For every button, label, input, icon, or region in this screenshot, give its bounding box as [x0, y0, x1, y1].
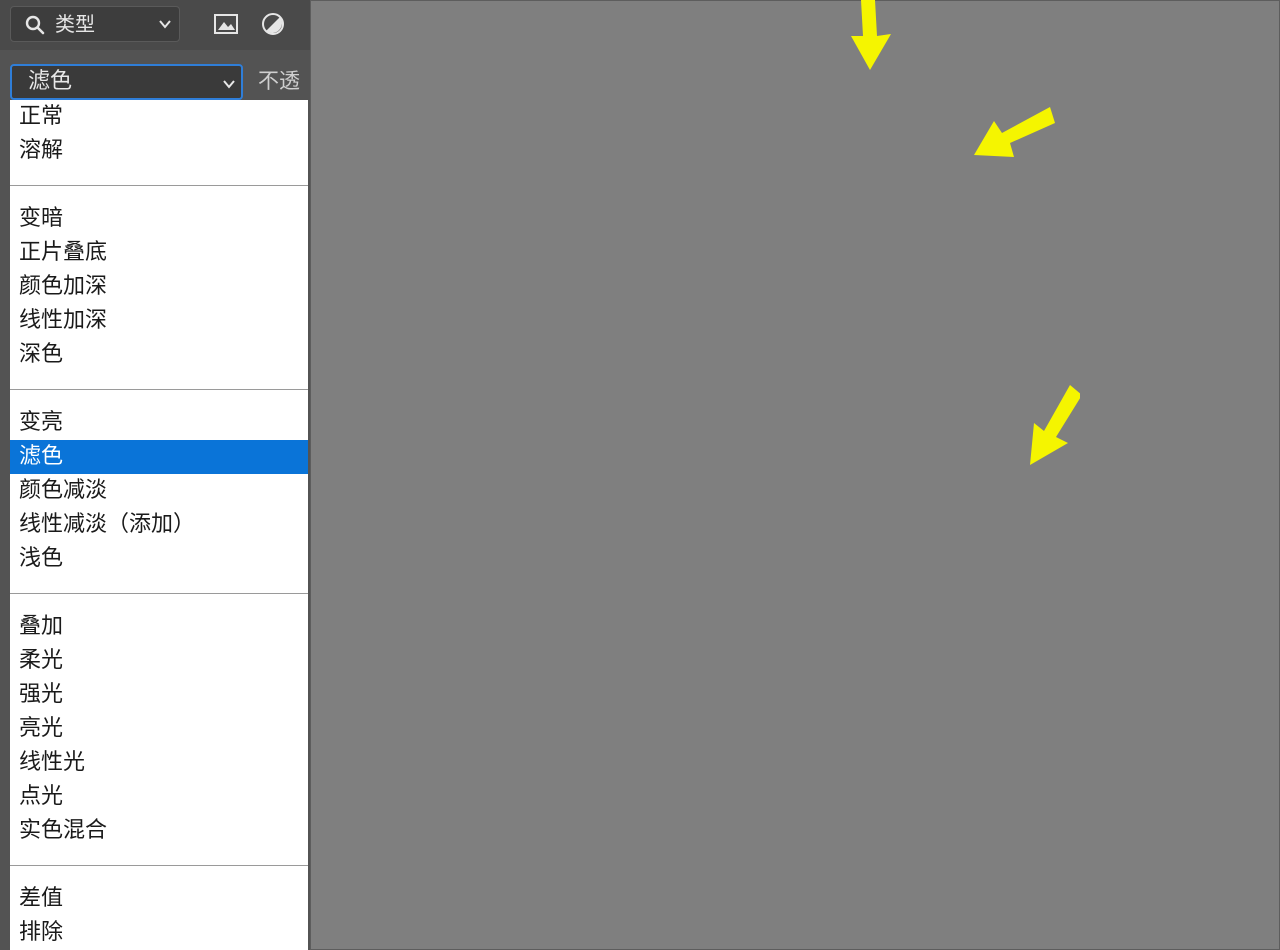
menu-item-soft-light[interactable]: 柔光 — [10, 644, 308, 678]
photo-placeholder — [310, 0, 1280, 950]
menu-item-difference[interactable]: 差值 — [10, 882, 308, 916]
menu-item-lighter-color[interactable]: 浅色 — [10, 542, 308, 576]
menu-item-darken[interactable]: 变暗 — [10, 202, 308, 236]
search-icon — [25, 15, 45, 35]
image-filter-icon[interactable] — [213, 12, 239, 36]
document-canvas[interactable] — [310, 0, 1280, 950]
menu-separator — [10, 389, 308, 390]
menu-item-color-burn[interactable]: 颜色加深 — [10, 270, 308, 304]
menu-item-exclusion[interactable]: 排除 — [10, 916, 308, 950]
filter-type-label: 类型 — [55, 12, 95, 36]
arrow-down-icon — [851, 0, 891, 70]
menu-item-linear-burn[interactable]: 线性加深 — [10, 304, 308, 338]
menu-item-lighten[interactable]: 变亮 — [10, 406, 308, 440]
menu-item-overlay[interactable]: 叠加 — [10, 610, 308, 644]
menu-item-hard-light[interactable]: 强光 — [10, 678, 308, 712]
menu-item-darker-color[interactable]: 深色 — [10, 338, 308, 372]
arrow-down-left-icon-2 — [1030, 385, 1080, 465]
menu-separator — [10, 593, 308, 594]
arrow-down-left-icon — [974, 107, 1055, 157]
menu-item-vivid-light[interactable]: 亮光 — [10, 712, 308, 746]
menu-item-color-dodge[interactable]: 颜色减淡 — [10, 474, 308, 508]
chevron-down-icon — [223, 80, 235, 89]
menu-item-dissolve[interactable]: 溶解 — [10, 134, 308, 168]
menu-item-normal[interactable]: 正常 — [10, 100, 308, 134]
menu-item-linear-dodge[interactable]: 线性减淡（添加） — [10, 508, 308, 542]
chevron-down-icon — [159, 20, 171, 29]
blend-mode-dropdown: 正常 溶解 变暗 正片叠底 颜色加深 线性加深 深色 变亮 滤色 颜色减淡 线性… — [10, 100, 308, 950]
filter-type-select[interactable]: 类型 — [10, 6, 180, 42]
menu-item-multiply[interactable]: 正片叠底 — [10, 236, 308, 270]
menu-item-linear-light[interactable]: 线性光 — [10, 746, 308, 780]
adjustment-filter-icon[interactable] — [260, 12, 286, 36]
menu-separator — [10, 865, 308, 866]
layers-panel: 类型 滤色 不透 正常 溶解 变暗 正片叠底 颜色加深 线性加深 深色 变亮 滤… — [0, 0, 310, 950]
menu-item-screen[interactable]: 滤色 — [10, 440, 308, 474]
blend-mode-select[interactable]: 滤色 — [10, 64, 243, 100]
opacity-label: 不透 — [258, 69, 300, 93]
filter-bar: 类型 — [0, 0, 310, 50]
menu-item-hard-mix[interactable]: 实色混合 — [10, 814, 308, 848]
menu-separator — [10, 185, 308, 186]
blend-mode-current: 滤色 — [28, 69, 73, 94]
menu-item-pin-light[interactable]: 点光 — [10, 780, 308, 814]
